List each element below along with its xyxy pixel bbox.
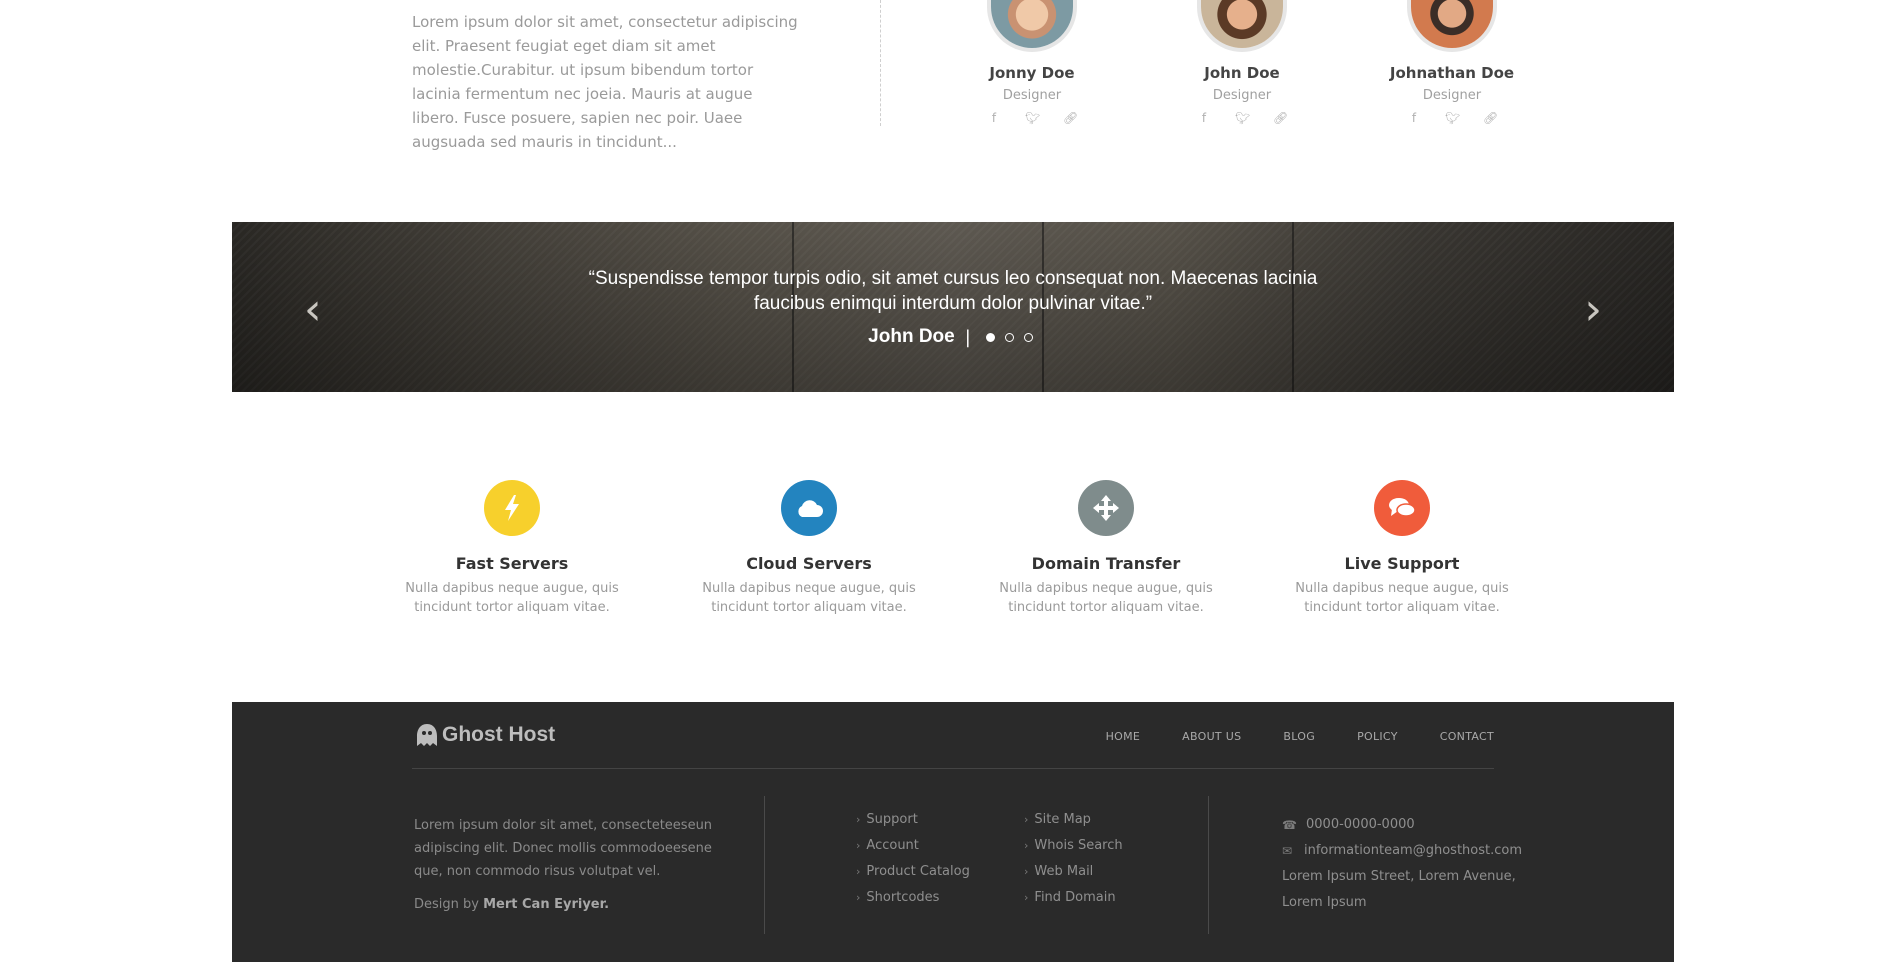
- footer-link-web-mail[interactable]: › Web Mail: [1024, 864, 1123, 882]
- avatar: [987, 0, 1077, 52]
- feature-fast-servers: Fast Servers Nulla dapibus neque augue, …: [392, 480, 632, 617]
- twitter-icon[interactable]: 🐦︎: [1235, 111, 1250, 125]
- member-social: f 🐦︎ 🔗︎: [1362, 111, 1542, 125]
- slider-dot-1[interactable]: [985, 332, 995, 342]
- footer-contact: ☎︎ 0000-0000-0000 ✉︎ informationteam@gho…: [1282, 812, 1522, 916]
- chat-bubbles-icon: [1374, 480, 1430, 536]
- footer-link-support[interactable]: › Support: [856, 812, 970, 830]
- facebook-icon[interactable]: f: [987, 111, 1001, 125]
- feature-domain-transfer: Domain Transfer Nulla dapibus neque augu…: [986, 480, 1226, 617]
- avatar: [1407, 0, 1497, 52]
- bolt-icon: [484, 480, 540, 536]
- move-arrows-icon: [1078, 480, 1134, 536]
- footer-links-col-2: › Site Map › Whois Search › Web Mail › Find …: [1024, 812, 1123, 916]
- chevron-right-icon: ›: [1024, 891, 1029, 904]
- facebook-icon[interactable]: f: [1197, 111, 1211, 125]
- link-icon[interactable]: 🔗︎: [1483, 111, 1498, 125]
- testimonial-banner: ‹ › “Suspendisse tempor turpis odio, sit…: [232, 222, 1674, 392]
- member-social: f 🐦︎ 🔗︎: [942, 111, 1122, 125]
- footer-link-account[interactable]: › Account: [856, 838, 970, 856]
- footer-nav-blog[interactable]: BLOG: [1283, 730, 1315, 743]
- footer-link-find-domain[interactable]: › Find Domain: [1024, 890, 1123, 908]
- feature-title: Live Support: [1344, 554, 1460, 573]
- chevron-right-icon: ›: [1024, 865, 1029, 878]
- chevron-right-icon: ›: [856, 865, 861, 878]
- footer-link-site-map[interactable]: › Site Map: [1024, 812, 1123, 830]
- footer-links-col-1: › Support › Account › Product Catalog › Shor…: [856, 812, 970, 916]
- team-member-1: Jonny Doe Designer f 🐦︎ 🔗︎: [942, 0, 1122, 125]
- feature-title: Cloud Servers: [746, 554, 872, 573]
- footer-link-whois-search[interactable]: › Whois Search: [1024, 838, 1123, 856]
- member-social: f 🐦︎ 🔗︎: [1152, 111, 1332, 125]
- footer-about-text: Lorem ipsum dolor sit amet, consectetees…: [414, 818, 713, 879]
- slider-dot-2[interactable]: [1004, 332, 1014, 342]
- design-credit: Design by Mert Can Eyriyer.: [414, 893, 714, 916]
- envelope-icon: ✉︎: [1282, 844, 1293, 858]
- testimonial-quote: “Suspendisse tempor turpis odio, sit ame…: [588, 268, 1318, 314]
- footer-divider: [764, 796, 765, 934]
- phone-icon: ☎︎: [1282, 818, 1297, 832]
- footer-nav: HOME ABOUT US BLOG POLICY CONTACT: [1106, 730, 1494, 743]
- feature-live-support: Live Support Nulla dapibus neque augue, …: [1282, 480, 1522, 617]
- footer: Ghost Host HOME ABOUT US BLOG POLICY CON…: [232, 702, 1674, 962]
- testimonial-meta: John Doe |: [232, 326, 1674, 348]
- team-member-3: Johnathan Doe Designer f 🐦︎ 🔗︎: [1362, 0, 1542, 125]
- chevron-right-icon: ›: [856, 813, 861, 826]
- credit-name[interactable]: Mert Can Eyriyer.: [483, 897, 609, 912]
- about-text: Lorem ipsum dolor sit amet, consectetur …: [412, 13, 798, 151]
- member-role: Designer: [1422, 88, 1482, 103]
- about-divider: [880, 0, 881, 126]
- slider-dot-3[interactable]: [1023, 332, 1033, 342]
- footer-nav-policy[interactable]: POLICY: [1357, 730, 1398, 743]
- member-role: Designer: [1002, 88, 1062, 103]
- member-name: John Doe: [1204, 64, 1280, 82]
- facebook-icon[interactable]: f: [1407, 111, 1421, 125]
- feature-title: Fast Servers: [455, 554, 569, 573]
- chevron-right-icon: ›: [1024, 839, 1029, 852]
- feature-desc: Nulla dapibus neque augue, quis tincidun…: [405, 581, 619, 615]
- footer-link-product-catalog[interactable]: › Product Catalog: [856, 864, 970, 882]
- footer-rule: [412, 768, 1494, 769]
- footer-nav-home[interactable]: HOME: [1106, 730, 1141, 743]
- twitter-icon[interactable]: 🐦︎: [1445, 111, 1460, 125]
- logo[interactable]: Ghost Host: [414, 722, 555, 748]
- contact-email[interactable]: ✉︎ informationteam@ghosthost.com: [1282, 838, 1522, 864]
- contact-address: Lorem Ipsum Street, Lorem Avenue, Lorem …: [1282, 869, 1516, 910]
- feature-desc: Nulla dapibus neque augue, quis tincidun…: [702, 581, 916, 615]
- footer-nav-contact[interactable]: CONTACT: [1440, 730, 1494, 743]
- contact-phone: ☎︎ 0000-0000-0000: [1282, 812, 1522, 838]
- footer-nav-about-us[interactable]: ABOUT US: [1182, 730, 1241, 743]
- member-name: Johnathan Doe: [1389, 64, 1515, 82]
- chevron-right-icon: ›: [856, 839, 861, 852]
- team-member-2: John Doe Designer f 🐦︎ 🔗︎: [1152, 0, 1332, 125]
- chevron-right-icon: ›: [856, 891, 861, 904]
- twitter-icon[interactable]: 🐦︎: [1025, 111, 1040, 125]
- member-name: Jonny Doe: [989, 64, 1075, 82]
- cloud-icon: [781, 480, 837, 536]
- chevron-right-icon: ›: [1024, 813, 1029, 826]
- testimonial-separator: |: [964, 326, 971, 348]
- feature-cloud-servers: Cloud Servers Nulla dapibus neque augue,…: [689, 480, 929, 617]
- footer-about: Lorem ipsum dolor sit amet, consectetees…: [414, 814, 714, 916]
- footer-divider: [1208, 796, 1209, 934]
- feature-title: Domain Transfer: [1031, 554, 1181, 573]
- ghost-logo-icon: [417, 724, 437, 746]
- link-icon[interactable]: 🔗︎: [1273, 111, 1288, 125]
- member-role: Designer: [1212, 88, 1272, 103]
- testimonial-author: John Doe: [868, 326, 955, 347]
- link-icon[interactable]: 🔗︎: [1063, 111, 1078, 125]
- credit-prefix: Design by: [414, 897, 479, 912]
- feature-desc: Nulla dapibus neque augue, quis tincidun…: [999, 581, 1213, 615]
- avatar: [1197, 0, 1287, 52]
- logo-text: Ghost Host: [442, 723, 556, 746]
- footer-link-shortcodes[interactable]: › Shortcodes: [856, 890, 970, 908]
- feature-desc: Nulla dapibus neque augue, quis tincidun…: [1295, 581, 1509, 615]
